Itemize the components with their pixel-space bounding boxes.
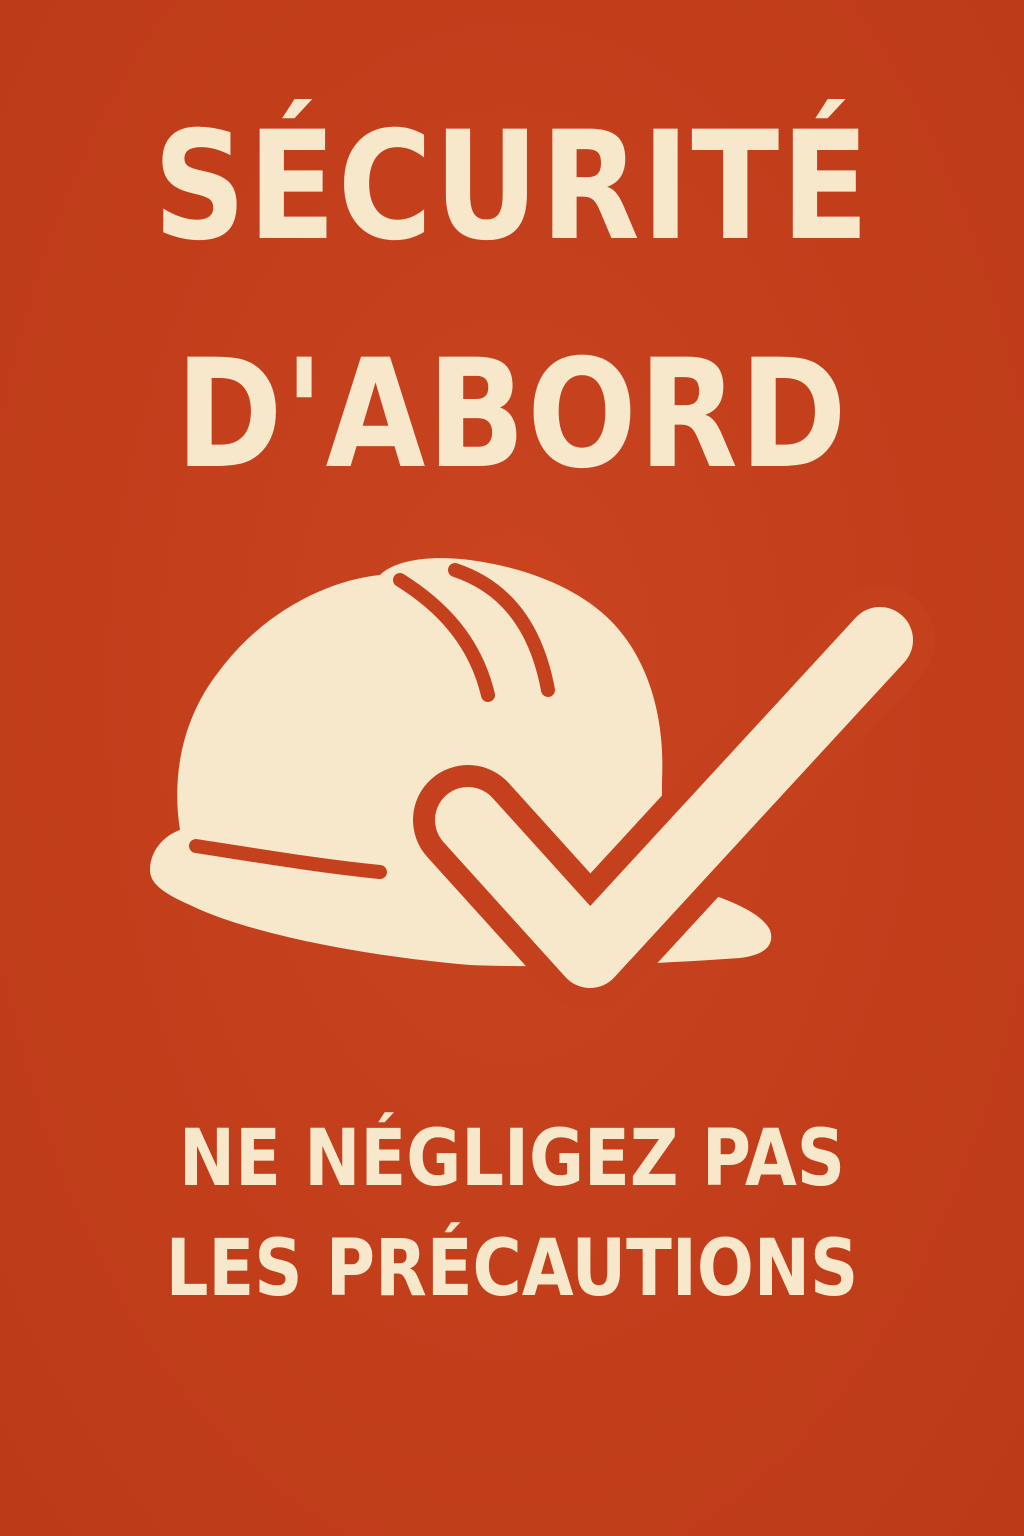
headline-line-1: SÉCURITÉ [153,100,871,274]
subline-line-1: NE NÉGLIGEZ PAS [178,1114,846,1204]
subline-line-2: LES PRÉCAUTIONS [165,1224,859,1314]
safety-poster: SÉCURITÉ D'ABORD NE NÉGLIGEZ PAS LES PRÉ… [0,0,1024,1536]
headline-line-2: D'ABORD [175,328,849,502]
safety-emblem [150,558,935,1010]
